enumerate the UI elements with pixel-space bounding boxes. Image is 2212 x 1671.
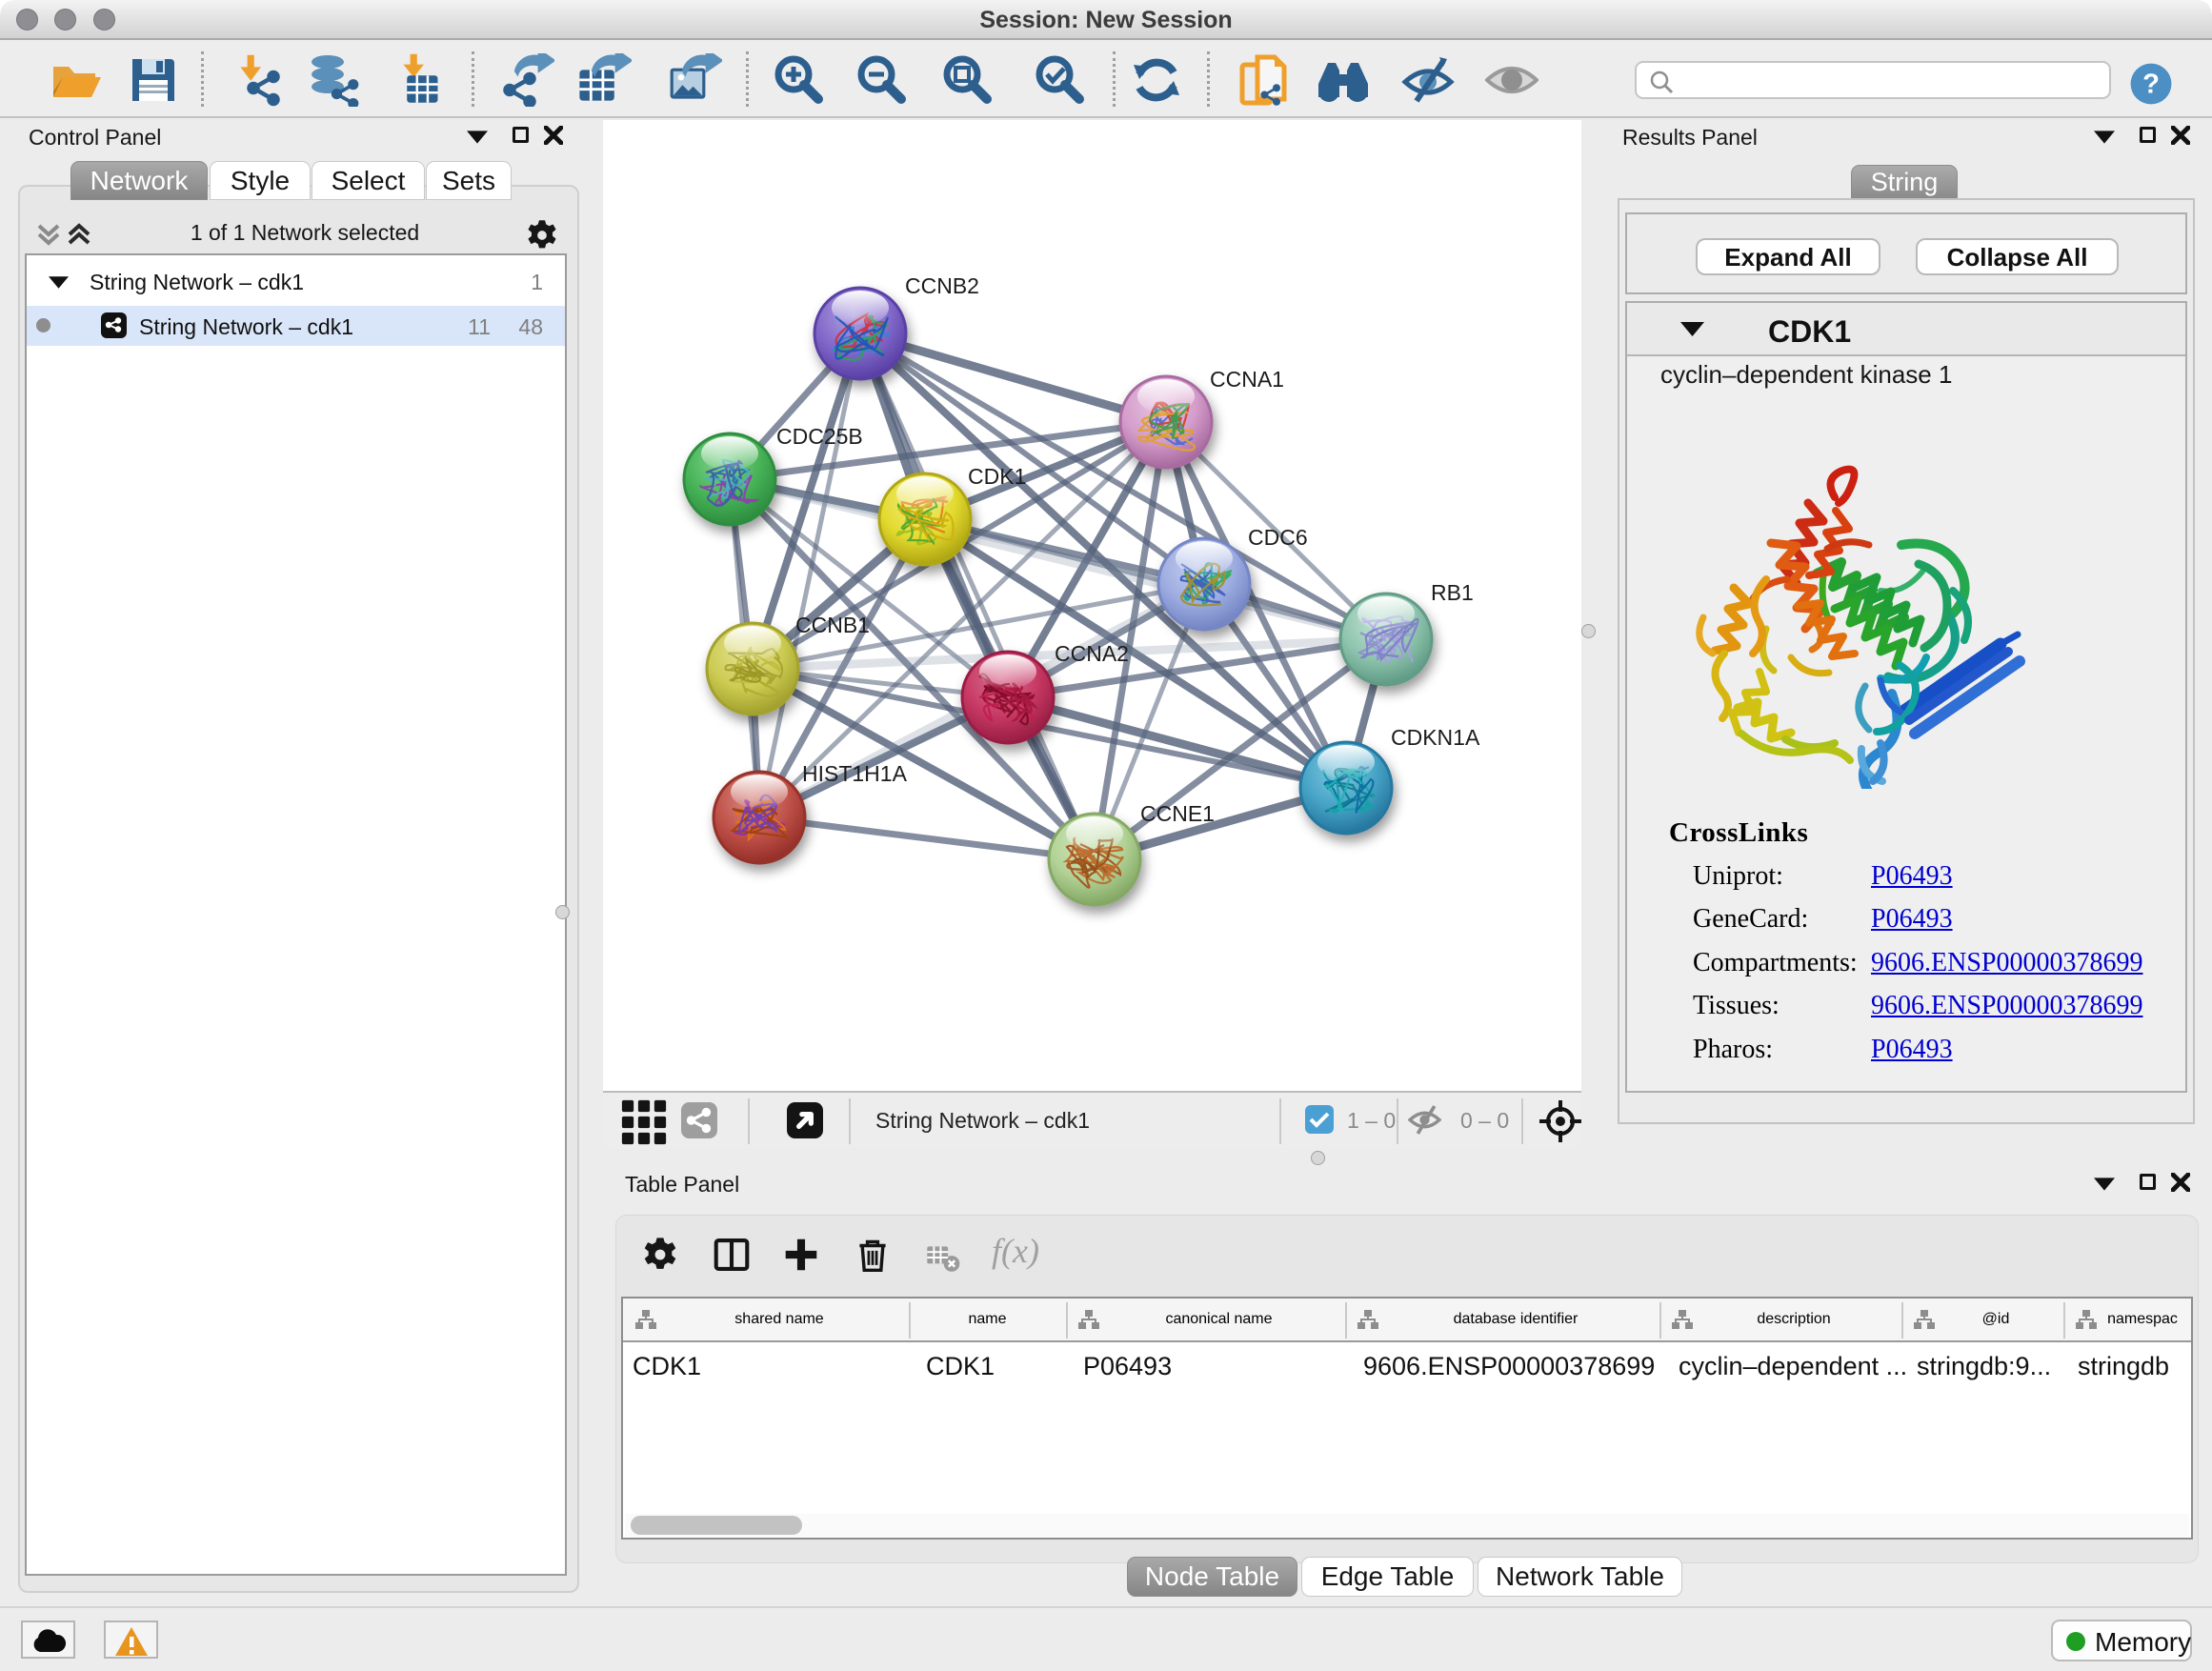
svg-text:?: ?: [2142, 69, 2160, 99]
svg-text:CCNB2: CCNB2: [905, 273, 979, 298]
svg-text:CCNB1: CCNB1: [795, 613, 870, 637]
svg-text:CCNE1: CCNE1: [1140, 801, 1215, 826]
svg-text:HIST1H1A: HIST1H1A: [802, 761, 908, 786]
svg-text:CDKN1A: CDKN1A: [1391, 725, 1480, 750]
svg-text:RB1: RB1: [1431, 580, 1474, 605]
svg-text:CDC25B: CDC25B: [776, 424, 863, 449]
svg-text:CCNA1: CCNA1: [1210, 367, 1284, 392]
svg-text:CCNA2: CCNA2: [1055, 641, 1129, 666]
svg-text:CDK1: CDK1: [968, 464, 1026, 489]
svg-text:CDC6: CDC6: [1248, 525, 1308, 550]
